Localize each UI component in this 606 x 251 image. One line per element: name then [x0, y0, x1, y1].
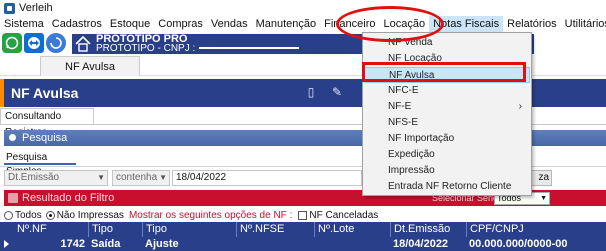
window-titlebar: Verleih — [0, 0, 606, 16]
cell-nfse — [236, 237, 314, 251]
checkbox-nf-canceladas[interactable] — [298, 210, 308, 220]
menu-item-label: NFS-E — [388, 117, 418, 128]
menu-locacao[interactable]: Locação — [380, 16, 430, 32]
menu-item-impressao[interactable]: Impressão — [364, 163, 530, 179]
menu-item-label: Entrada NF Retorno Cliente — [388, 181, 512, 192]
column-header-tipo-2[interactable]: Tipo — [142, 222, 236, 237]
menu-item-nf-e[interactable]: NF-E › — [364, 99, 530, 115]
menu-compras[interactable]: Compras — [154, 16, 207, 32]
menu-item-nf-avulsa[interactable]: NF Avulsa — [364, 67, 530, 83]
menu-item-label: NF Importação — [388, 133, 455, 144]
menu-cadastros[interactable]: Cadastros — [48, 16, 106, 32]
menu-item-label: Expedição — [388, 149, 435, 160]
radio-todos[interactable] — [4, 210, 13, 220]
tab-pesquisa-simples[interactable]: Pesquisa Simples — [4, 151, 76, 177]
radio-nao-impressas-label: Não Impressas — [56, 209, 124, 221]
menu-notas-fiscais[interactable]: Notas Fiscais — [429, 16, 504, 32]
form-title: NF Avulsa — [11, 85, 79, 101]
new-document-icon[interactable]: ▯ — [304, 85, 318, 99]
search-operator-select[interactable]: contenha ▼ — [112, 170, 170, 186]
pin-icon — [8, 133, 18, 143]
search-field-value: Dt.Emissão — [8, 172, 60, 183]
redacted-cnpj — [199, 47, 300, 50]
search-panel-title: Pesquisa — [22, 132, 68, 144]
menu-estoque[interactable]: Estoque — [106, 16, 154, 32]
menu-utilitarios[interactable]: Utilitários — [561, 16, 606, 32]
menu-sistema[interactable]: Sistema — [0, 16, 48, 32]
menu-financeiro[interactable]: Financeiro — [320, 16, 379, 32]
row-indicator-icon — [4, 240, 9, 248]
refresh-icon[interactable] — [46, 33, 66, 53]
menu-item-entrada-nf-retorno-cliente[interactable]: Entrada NF Retorno Cliente — [364, 179, 530, 195]
menubar: Sistema Cadastros Estoque Compras Vendas… — [0, 16, 606, 32]
teamviewer-icon[interactable] — [24, 33, 44, 53]
radio-todos-label: Todos — [15, 209, 42, 221]
column-header-lote[interactable]: Nº.Lote — [314, 222, 390, 237]
search-operator-value: contenha — [116, 172, 158, 183]
cell-lote — [314, 237, 390, 251]
menu-item-nfc-e[interactable]: NFC-E — [364, 83, 530, 99]
whatsapp-icon[interactable] — [2, 33, 22, 53]
chevron-down-icon: ▼ — [97, 173, 105, 182]
menu-item-label: NF-E — [388, 101, 412, 112]
search-date-value: 18/04/2022 — [176, 172, 227, 183]
menu-item-label: NF Avulsa — [389, 70, 435, 81]
company-cnpj-label: PROTOTIPO - CNPJ : — [96, 43, 196, 54]
cell-cpf-cnpj: 00.000.000/0000-00 — [469, 238, 568, 250]
menu-item-expedicao[interactable]: Expedição — [364, 147, 530, 163]
column-header-emissao[interactable]: Dt.Emissão — [390, 222, 466, 237]
house-icon — [75, 35, 91, 52]
tab-nf-avulsa[interactable]: NF Avulsa — [40, 56, 140, 76]
search-field-select[interactable]: Dt.Emissão ▼ — [4, 170, 108, 186]
menu-item-label: NF Venda — [388, 37, 433, 48]
nf-options-hint: Mostrar os seguintes opções de NF : — [128, 209, 293, 221]
checkbox-nf-canceladas-label: NF Canceladas — [309, 209, 379, 221]
app-icon — [4, 2, 15, 14]
menu-item-nfs-e[interactable]: NFS-E — [364, 115, 530, 131]
menu-manutencao[interactable]: Manutenção — [252, 16, 321, 32]
menu-item-label: NFC-E — [388, 85, 419, 96]
menu-relatorios[interactable]: Relatórios — [503, 16, 561, 32]
result-panel-title: Resultado do Filtro — [22, 192, 115, 204]
table-row[interactable]: 1742 Saída Ajuste 18/04/2022 00.000.000/… — [0, 237, 606, 251]
chevron-down-icon: ▼ — [540, 195, 547, 202]
filter-icon — [8, 193, 18, 203]
search-button-label: za — [538, 172, 549, 183]
cell-tipo: Saída — [91, 238, 121, 250]
menu-item-nf-locacao[interactable]: NF Locação — [364, 51, 530, 67]
menu-item-label: NF Locação — [388, 53, 442, 64]
tab-consultando-registros[interactable]: Consultando Registros — [0, 108, 94, 138]
column-header-cpf-cnpj[interactable]: CPF/CNPJ — [466, 222, 606, 237]
filter-options-row: Todos Não Impressas Mostrar os seguintes… — [4, 208, 606, 222]
header-accent — [0, 79, 4, 107]
menu-item-nf-importacao[interactable]: NF Importação — [364, 131, 530, 147]
menu-vendas[interactable]: Vendas — [207, 16, 252, 32]
cell-nf: 1742 — [60, 238, 85, 250]
edit-icon[interactable]: ✎ — [330, 85, 344, 99]
cell-emissao: 18/04/2022 — [393, 238, 449, 250]
menu-item-label: Impressão — [388, 165, 435, 176]
chevron-down-icon: ▼ — [159, 173, 167, 182]
column-header-tipo[interactable]: Tipo — [88, 222, 142, 237]
grid-header: Nº.NF Tipo Tipo Nº.NFSE Nº.Lote Dt.Emiss… — [0, 222, 606, 237]
column-header-nf[interactable]: Nº.NF — [14, 222, 88, 237]
radio-nao-impressas[interactable] — [45, 210, 55, 220]
notas-fiscais-dropdown: NF Venda NF Locação NF Avulsa NFC-E NF-E… — [362, 32, 532, 196]
window-title: Verleih — [19, 2, 53, 14]
chevron-right-icon: › — [518, 101, 522, 112]
search-date-input[interactable]: 18/04/2022 — [172, 170, 362, 186]
column-header-nfse[interactable]: Nº.NFSE — [236, 222, 314, 237]
menu-item-nf-venda[interactable]: NF Venda — [364, 35, 530, 51]
cell-tipo-2: Ajuste — [145, 238, 179, 250]
